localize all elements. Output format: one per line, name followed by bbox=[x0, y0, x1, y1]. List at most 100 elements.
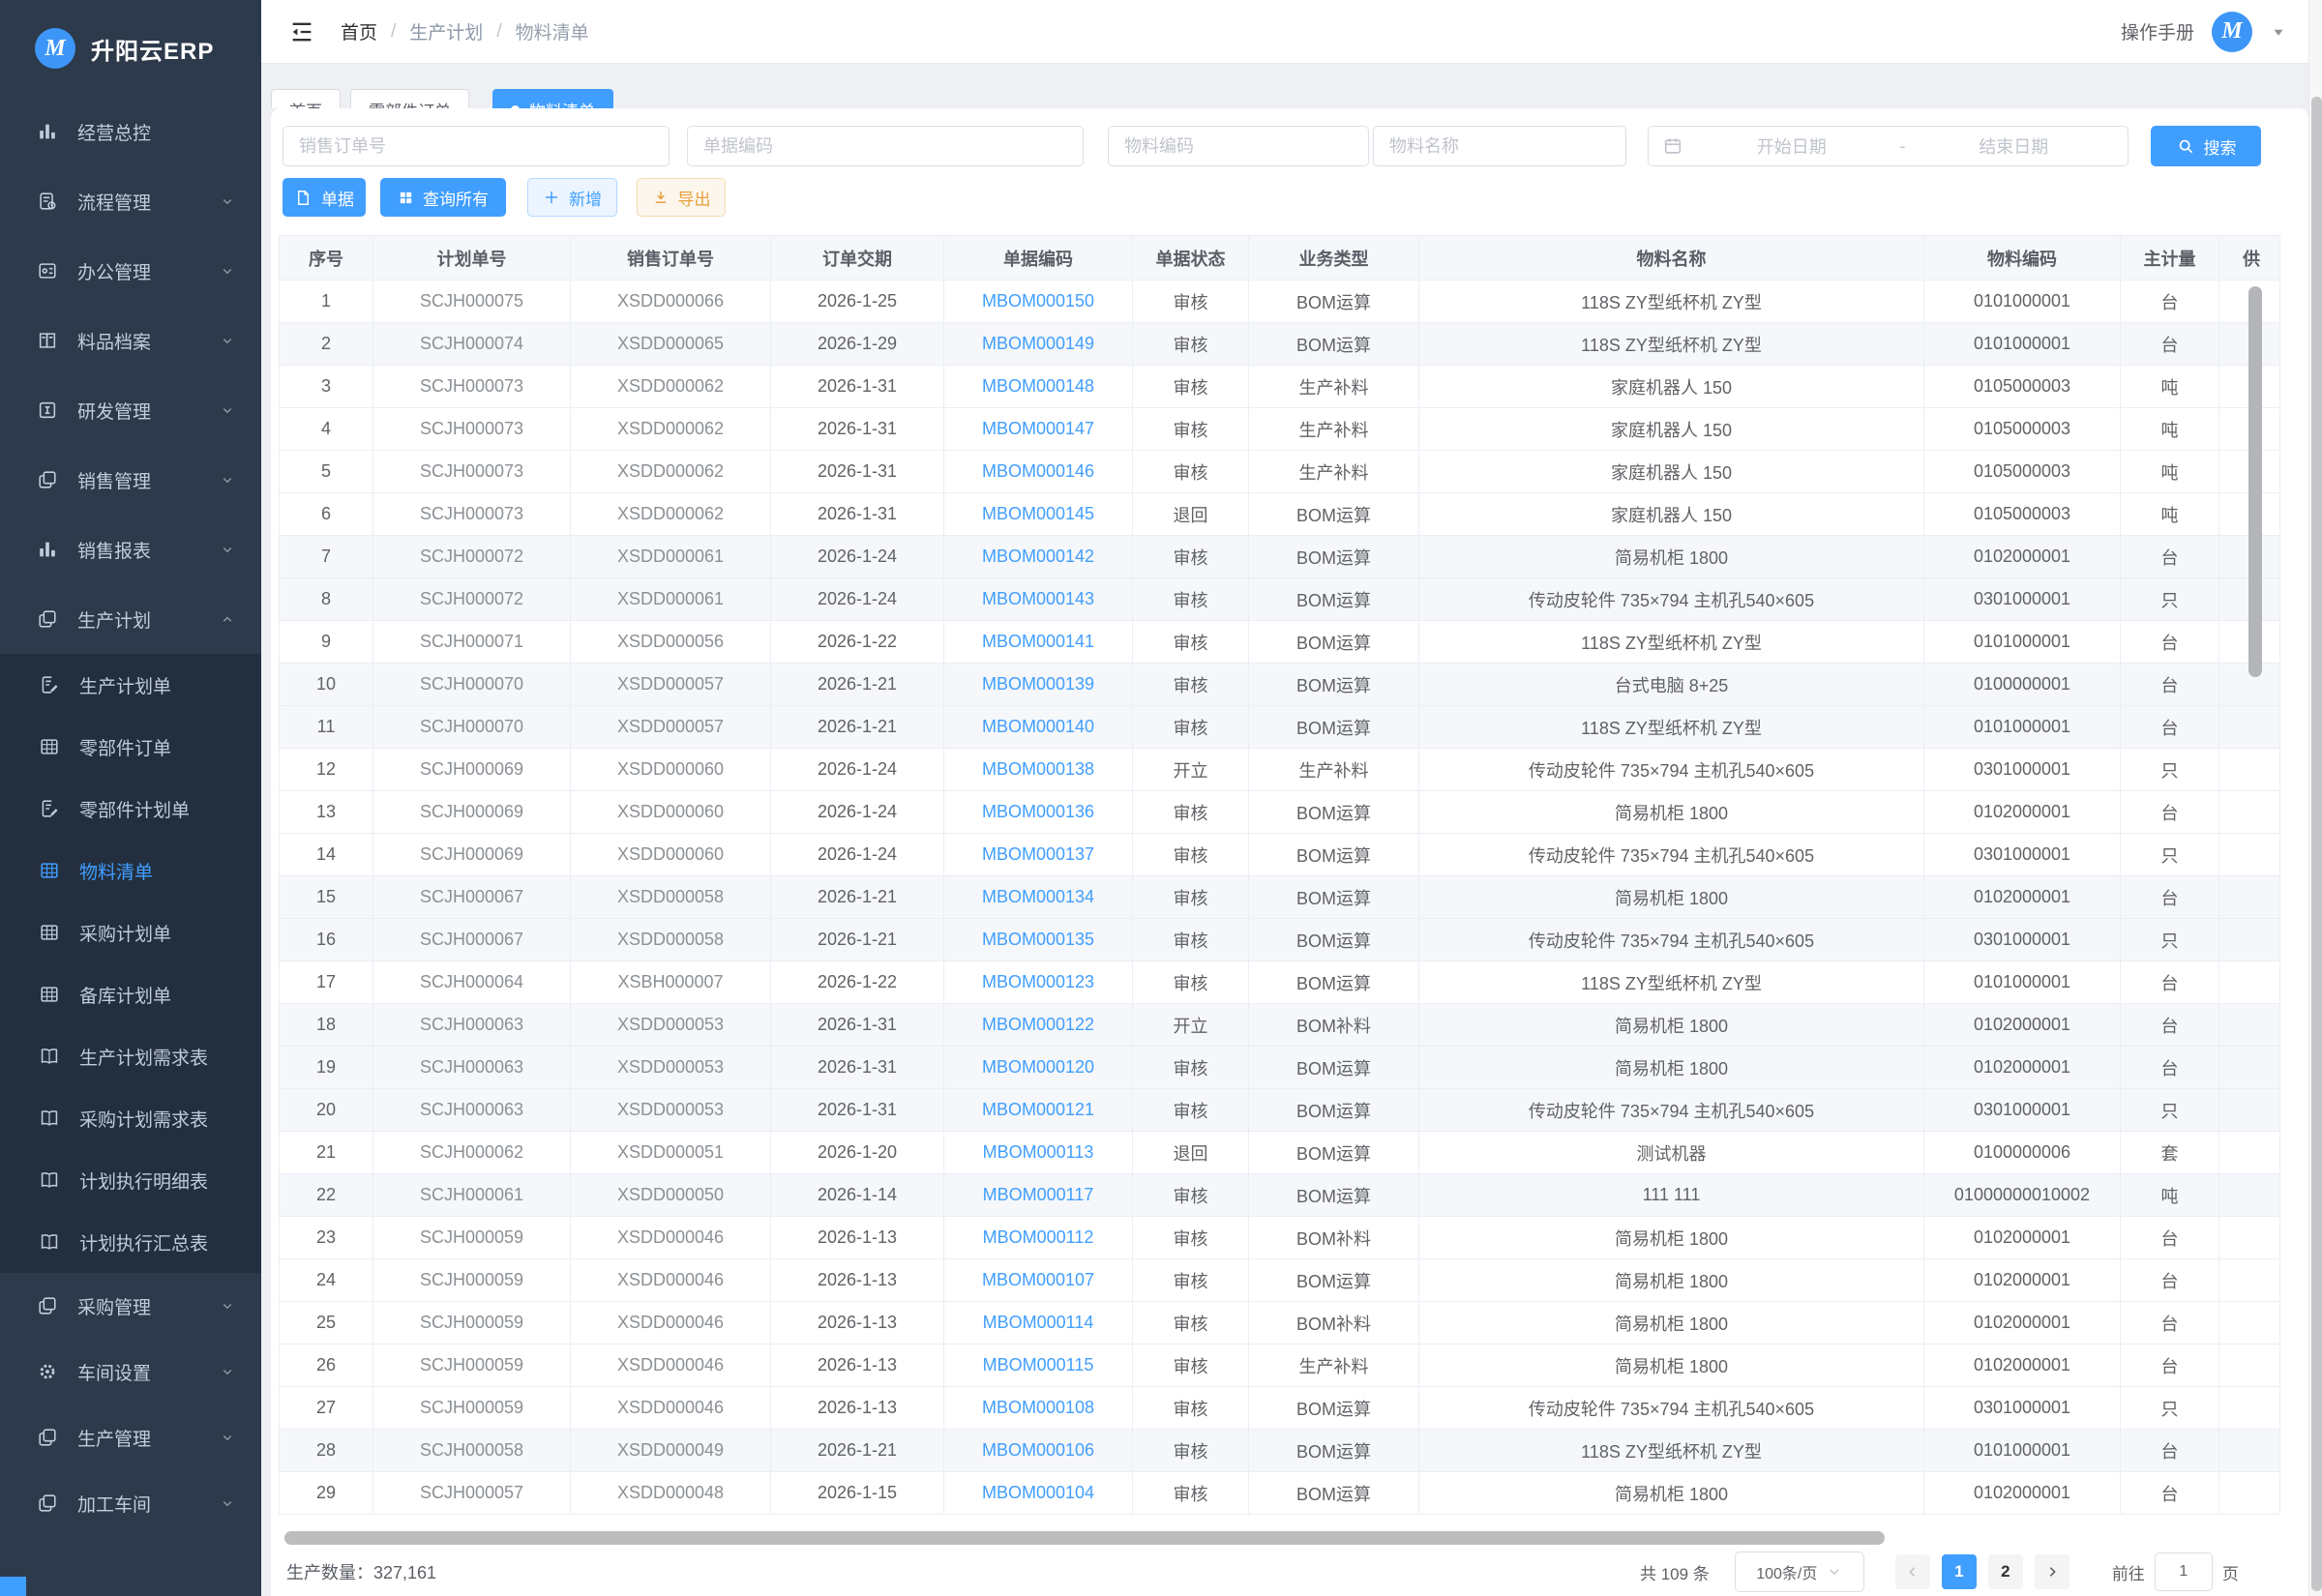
user-avatar[interactable]: M bbox=[2212, 12, 2252, 52]
doc-code-link[interactable]: MBOM000145 bbox=[982, 504, 1094, 523]
cell-doc-code: MBOM000142 bbox=[944, 536, 1133, 578]
sidebar-item-零部件计划单[interactable]: 零部件计划单 bbox=[0, 778, 261, 840]
doc-code-link[interactable]: MBOM000123 bbox=[982, 972, 1094, 991]
tab-物料清单[interactable]: 物料清单 bbox=[492, 89, 613, 108]
sidebar-item-计划执行明细表[interactable]: 计划执行明细表 bbox=[0, 1149, 261, 1211]
tab-零部件订单[interactable]: 零部件订单 bbox=[350, 89, 469, 108]
sidebar-item-销售管理[interactable]: 销售管理 bbox=[0, 445, 261, 515]
sidebar-item-备库计划单[interactable]: 备库计划单 bbox=[0, 963, 261, 1025]
cell-plan-no: SCJH000057 bbox=[373, 1472, 571, 1515]
sidebar-item-零部件订单[interactable]: 零部件订单 bbox=[0, 716, 261, 778]
column-header-销售订单号: 销售订单号 bbox=[571, 236, 771, 281]
doc-code-link[interactable]: MBOM000122 bbox=[982, 1015, 1094, 1034]
tab-首页[interactable]: 首页 bbox=[271, 89, 341, 108]
doc-code-link[interactable]: MBOM000106 bbox=[982, 1440, 1094, 1460]
sidebar-item-销售报表[interactable]: 销售报表 bbox=[0, 515, 261, 584]
doc-code-link[interactable]: MBOM000139 bbox=[982, 674, 1094, 694]
cell-material-code: 0105000003 bbox=[1924, 366, 2121, 408]
cell-plan-no: SCJH000063 bbox=[373, 1004, 571, 1047]
doc-code-link[interactable]: MBOM000146 bbox=[982, 461, 1094, 481]
table-vertical-scrollbar[interactable] bbox=[2248, 286, 2262, 677]
table-row: 12SCJH000069XSDD0000602026-1-24MBOM00013… bbox=[280, 749, 2280, 791]
breadcrumb-home[interactable]: 首页 bbox=[341, 18, 377, 44]
date-range-picker[interactable]: 开始日期 - 结束日期 bbox=[1648, 126, 2128, 166]
material-code-input[interactable] bbox=[1108, 126, 1369, 166]
sidebar-item-生产计划需求表[interactable]: 生产计划需求表 bbox=[0, 1025, 261, 1087]
prev-page-button[interactable] bbox=[1895, 1554, 1930, 1589]
sidebar-item-加工车间[interactable]: 加工车间 bbox=[0, 1470, 261, 1536]
doc-code-link[interactable]: MBOM000112 bbox=[983, 1227, 1094, 1247]
sidebar-item-采购计划需求表[interactable]: 采购计划需求表 bbox=[0, 1087, 261, 1149]
doc-code-link[interactable]: MBOM000107 bbox=[982, 1270, 1094, 1289]
table-row: 11SCJH000070XSDD0000572026-1-21MBOM00014… bbox=[280, 706, 2280, 749]
search-button[interactable]: 搜索 bbox=[2151, 126, 2261, 166]
sidebar-item-办公管理[interactable]: 办公管理 bbox=[0, 236, 261, 306]
sidebar-item-车间设置[interactable]: 车间设置 bbox=[0, 1339, 261, 1404]
breadcrumb-production-plan[interactable]: 生产计划 bbox=[409, 18, 483, 44]
page-button-1[interactable]: 1 bbox=[1942, 1554, 1977, 1589]
goto-page-input[interactable] bbox=[2155, 1552, 2213, 1591]
doc-code-link[interactable]: MBOM000138 bbox=[982, 759, 1094, 779]
collapse-menu-icon[interactable] bbox=[288, 18, 315, 45]
doc-code-link[interactable]: MBOM000120 bbox=[982, 1057, 1094, 1077]
doc-code-link[interactable]: MBOM000115 bbox=[983, 1355, 1094, 1374]
start-date-placeholder[interactable]: 开始日期 bbox=[1691, 133, 1892, 159]
sidebar-item-计划执行汇总表[interactable]: 计划执行汇总表 bbox=[0, 1211, 261, 1273]
add-button[interactable]: 新增 bbox=[527, 178, 617, 217]
doc-code-link[interactable]: MBOM000150 bbox=[982, 291, 1094, 310]
cell-doc-code: MBOM000107 bbox=[944, 1259, 1133, 1302]
doc-code-link[interactable]: MBOM000136 bbox=[982, 802, 1094, 821]
doc-code-link[interactable]: MBOM000117 bbox=[983, 1185, 1094, 1204]
document-button[interactable]: 单据 bbox=[283, 178, 366, 217]
doc-code-link[interactable]: MBOM000108 bbox=[982, 1398, 1094, 1417]
sidebar-item-物料清单[interactable]: 物料清单 bbox=[0, 840, 261, 901]
doc-code-link[interactable]: MBOM000148 bbox=[982, 376, 1094, 396]
sidebar-item-采购管理[interactable]: 采购管理 bbox=[0, 1273, 261, 1339]
doc-code-link[interactable]: MBOM000140 bbox=[982, 717, 1094, 736]
cell-status: 审核 bbox=[1133, 791, 1249, 834]
cell-due-date: 2026-1-13 bbox=[771, 1387, 944, 1430]
cell-due-date: 2026-1-13 bbox=[771, 1217, 944, 1259]
doc-code-link[interactable]: MBOM000134 bbox=[982, 887, 1094, 906]
cell-partial bbox=[2219, 1132, 2280, 1174]
material-name-input[interactable] bbox=[1373, 126, 1626, 166]
sidebar-item-研发管理[interactable]: 研发管理 bbox=[0, 375, 261, 445]
sidebar-item-生产计划[interactable]: 生产计划 bbox=[0, 584, 261, 654]
page-size-select[interactable]: 100条/页 bbox=[1735, 1552, 1864, 1592]
doc-code-link[interactable]: MBOM000113 bbox=[983, 1142, 1094, 1162]
operation-manual-link[interactable]: 操作手册 bbox=[2121, 18, 2194, 44]
cell-sales-order-no: XSDD000056 bbox=[571, 621, 771, 664]
cell-partial bbox=[2219, 706, 2280, 749]
query-all-button[interactable]: 查询所有 bbox=[380, 178, 506, 217]
doc-code-input[interactable] bbox=[687, 126, 1084, 166]
page-scrollbar-thumb[interactable] bbox=[2311, 97, 2322, 1591]
next-page-button[interactable] bbox=[2035, 1554, 2069, 1589]
sales-order-input[interactable] bbox=[283, 126, 670, 166]
page-button-2[interactable]: 2 bbox=[1988, 1554, 2023, 1589]
doc-code-link[interactable]: MBOM000142 bbox=[982, 547, 1094, 566]
sidebar-item-生产计划单[interactable]: 生产计划单 bbox=[0, 654, 261, 716]
doc-code-link[interactable]: MBOM000104 bbox=[982, 1483, 1094, 1502]
cell-seq: 4 bbox=[280, 408, 373, 451]
sidebar-item-流程管理[interactable]: 流程管理 bbox=[0, 166, 261, 236]
doc-code-link[interactable]: MBOM000114 bbox=[983, 1313, 1094, 1332]
doc-code-link[interactable]: MBOM000121 bbox=[982, 1100, 1094, 1119]
doc-code-link[interactable]: MBOM000143 bbox=[982, 589, 1094, 608]
user-menu-caret-icon[interactable] bbox=[2270, 23, 2287, 41]
doc-code-link[interactable]: MBOM000141 bbox=[982, 632, 1094, 651]
sidebar-item-料品档案[interactable]: 料品档案 bbox=[0, 306, 261, 375]
sidebar-item-经营总控[interactable]: 经营总控 bbox=[0, 97, 261, 166]
doc-code-link[interactable]: MBOM000137 bbox=[982, 844, 1094, 864]
cell-status: 审核 bbox=[1133, 1217, 1249, 1259]
export-button[interactable]: 导出 bbox=[637, 178, 726, 217]
sidebar: M 升阳云ERP 经营总控流程管理办公管理料品档案研发管理销售管理销售报表生产计… bbox=[0, 0, 261, 1596]
end-date-placeholder[interactable]: 结束日期 bbox=[1914, 133, 2115, 159]
cell-unit: 吨 bbox=[2121, 408, 2219, 451]
doc-code-link[interactable]: MBOM000135 bbox=[982, 930, 1094, 949]
sidebar-item-采购计划单[interactable]: 采购计划单 bbox=[0, 901, 261, 963]
sidebar-item-生产管理[interactable]: 生产管理 bbox=[0, 1404, 261, 1470]
chevron-down-icon bbox=[219, 1363, 236, 1380]
doc-code-link[interactable]: MBOM000147 bbox=[982, 419, 1094, 438]
table-horizontal-scrollbar[interactable] bbox=[284, 1531, 1885, 1545]
doc-code-link[interactable]: MBOM000149 bbox=[982, 334, 1094, 353]
